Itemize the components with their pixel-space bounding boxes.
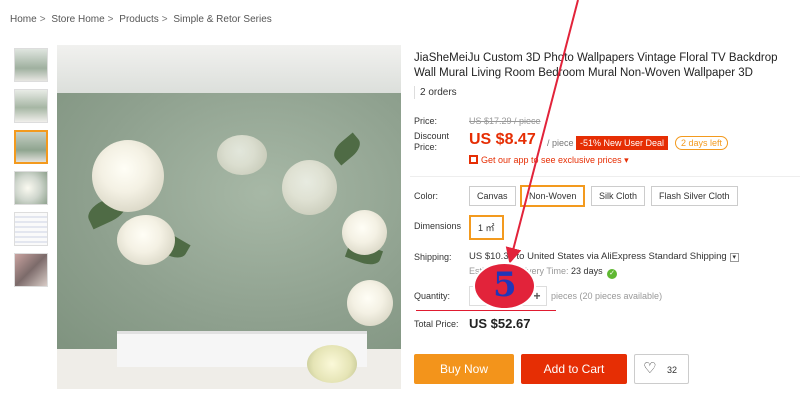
order-count: 2 orders xyxy=(420,87,457,98)
image-flower xyxy=(217,135,267,175)
dimensions-label: Dimensions xyxy=(414,221,462,231)
quantity-label: Quantity: xyxy=(414,291,451,301)
shipping-label: Shipping: xyxy=(414,252,452,262)
image-flower xyxy=(347,280,393,326)
price-label: Price: xyxy=(414,116,438,126)
color-option-flash-silver-cloth[interactable]: Flash Silver Cloth xyxy=(651,186,738,206)
annotation-underline xyxy=(416,310,556,311)
checkmark-icon: ✓ xyxy=(607,269,618,279)
breadcrumb-store-home[interactable]: Store Home xyxy=(51,14,104,25)
estimated-delivery-days: 23 days xyxy=(571,266,603,276)
app-promo-link[interactable]: Get our app to see exclusive prices ▾ xyxy=(469,155,629,166)
color-option-non-woven[interactable]: Non-Woven xyxy=(520,185,586,207)
wishlist-count: 32 xyxy=(667,365,678,375)
thumbnail-5[interactable] xyxy=(14,212,48,246)
qr-code-icon xyxy=(469,155,478,164)
quantity-available: pieces (20 pieces available) xyxy=(551,291,663,301)
breadcrumb-separator: > xyxy=(161,14,168,25)
image-flower xyxy=(117,215,175,265)
breadcrumb-series[interactable]: Simple & Retor Series xyxy=(173,14,271,25)
image-flower xyxy=(307,345,357,383)
price-unit: / piece xyxy=(547,138,574,148)
shipping-text: US $10.32 to United States via AliExpres… xyxy=(469,251,727,262)
breadcrumb-home[interactable]: Home xyxy=(10,14,37,25)
shipping-info[interactable]: US $10.32 to United States via AliExpres… xyxy=(469,251,739,262)
discount-price-label: Discount Price: xyxy=(414,131,450,152)
app-promo-text: Get our app to see exclusive prices ▾ xyxy=(481,155,629,165)
image-ceiling xyxy=(57,45,401,93)
image-flower xyxy=(282,160,337,215)
thumbnail-4[interactable] xyxy=(14,171,48,205)
dimension-option-1sqm[interactable]: 1 ㎡ xyxy=(469,215,504,240)
thumbnail-3[interactable] xyxy=(14,130,48,164)
annotation-number: 5 xyxy=(493,265,517,305)
breadcrumb-products[interactable]: Products xyxy=(119,14,158,25)
divider xyxy=(414,86,415,99)
main-product-image[interactable] xyxy=(57,45,401,389)
thumbnail-6[interactable] xyxy=(14,253,48,287)
chevron-down-icon[interactable]: ▾ xyxy=(729,253,739,262)
heart-icon: ♡ xyxy=(643,360,657,377)
section-divider xyxy=(410,176,800,177)
deal-badge: -51% New User Deal xyxy=(576,136,669,150)
breadcrumb-separator: > xyxy=(107,14,114,25)
wishlist-button[interactable]: ♡ 32 xyxy=(634,354,689,384)
breadcrumb: Home > Store Home > Products > Simple & Ret… xyxy=(10,14,275,25)
total-price: US $52.67 xyxy=(469,316,531,331)
discount-price: US $8.47 xyxy=(469,131,536,148)
breadcrumb-separator: > xyxy=(39,14,46,25)
image-flower xyxy=(92,140,164,212)
original-price: US $17.29 / piece xyxy=(469,116,541,126)
color-option-silk-cloth[interactable]: Silk Cloth xyxy=(591,186,646,206)
image-flower xyxy=(342,210,387,255)
days-left-badge: 2 days left xyxy=(675,136,729,150)
total-price-label: Total Price: xyxy=(414,319,459,329)
add-to-cart-button[interactable]: Add to Cart xyxy=(521,354,627,384)
thumbnail-list xyxy=(14,48,54,294)
thumbnail-1[interactable] xyxy=(14,48,48,82)
color-option-canvas[interactable]: Canvas xyxy=(469,186,516,206)
thumbnail-2[interactable] xyxy=(14,89,48,123)
color-label: Color: xyxy=(414,191,439,201)
buy-now-button[interactable]: Buy Now xyxy=(414,354,514,384)
product-title: JiaSheMeiJu Custom 3D Photo Wallpapers V… xyxy=(414,52,778,79)
